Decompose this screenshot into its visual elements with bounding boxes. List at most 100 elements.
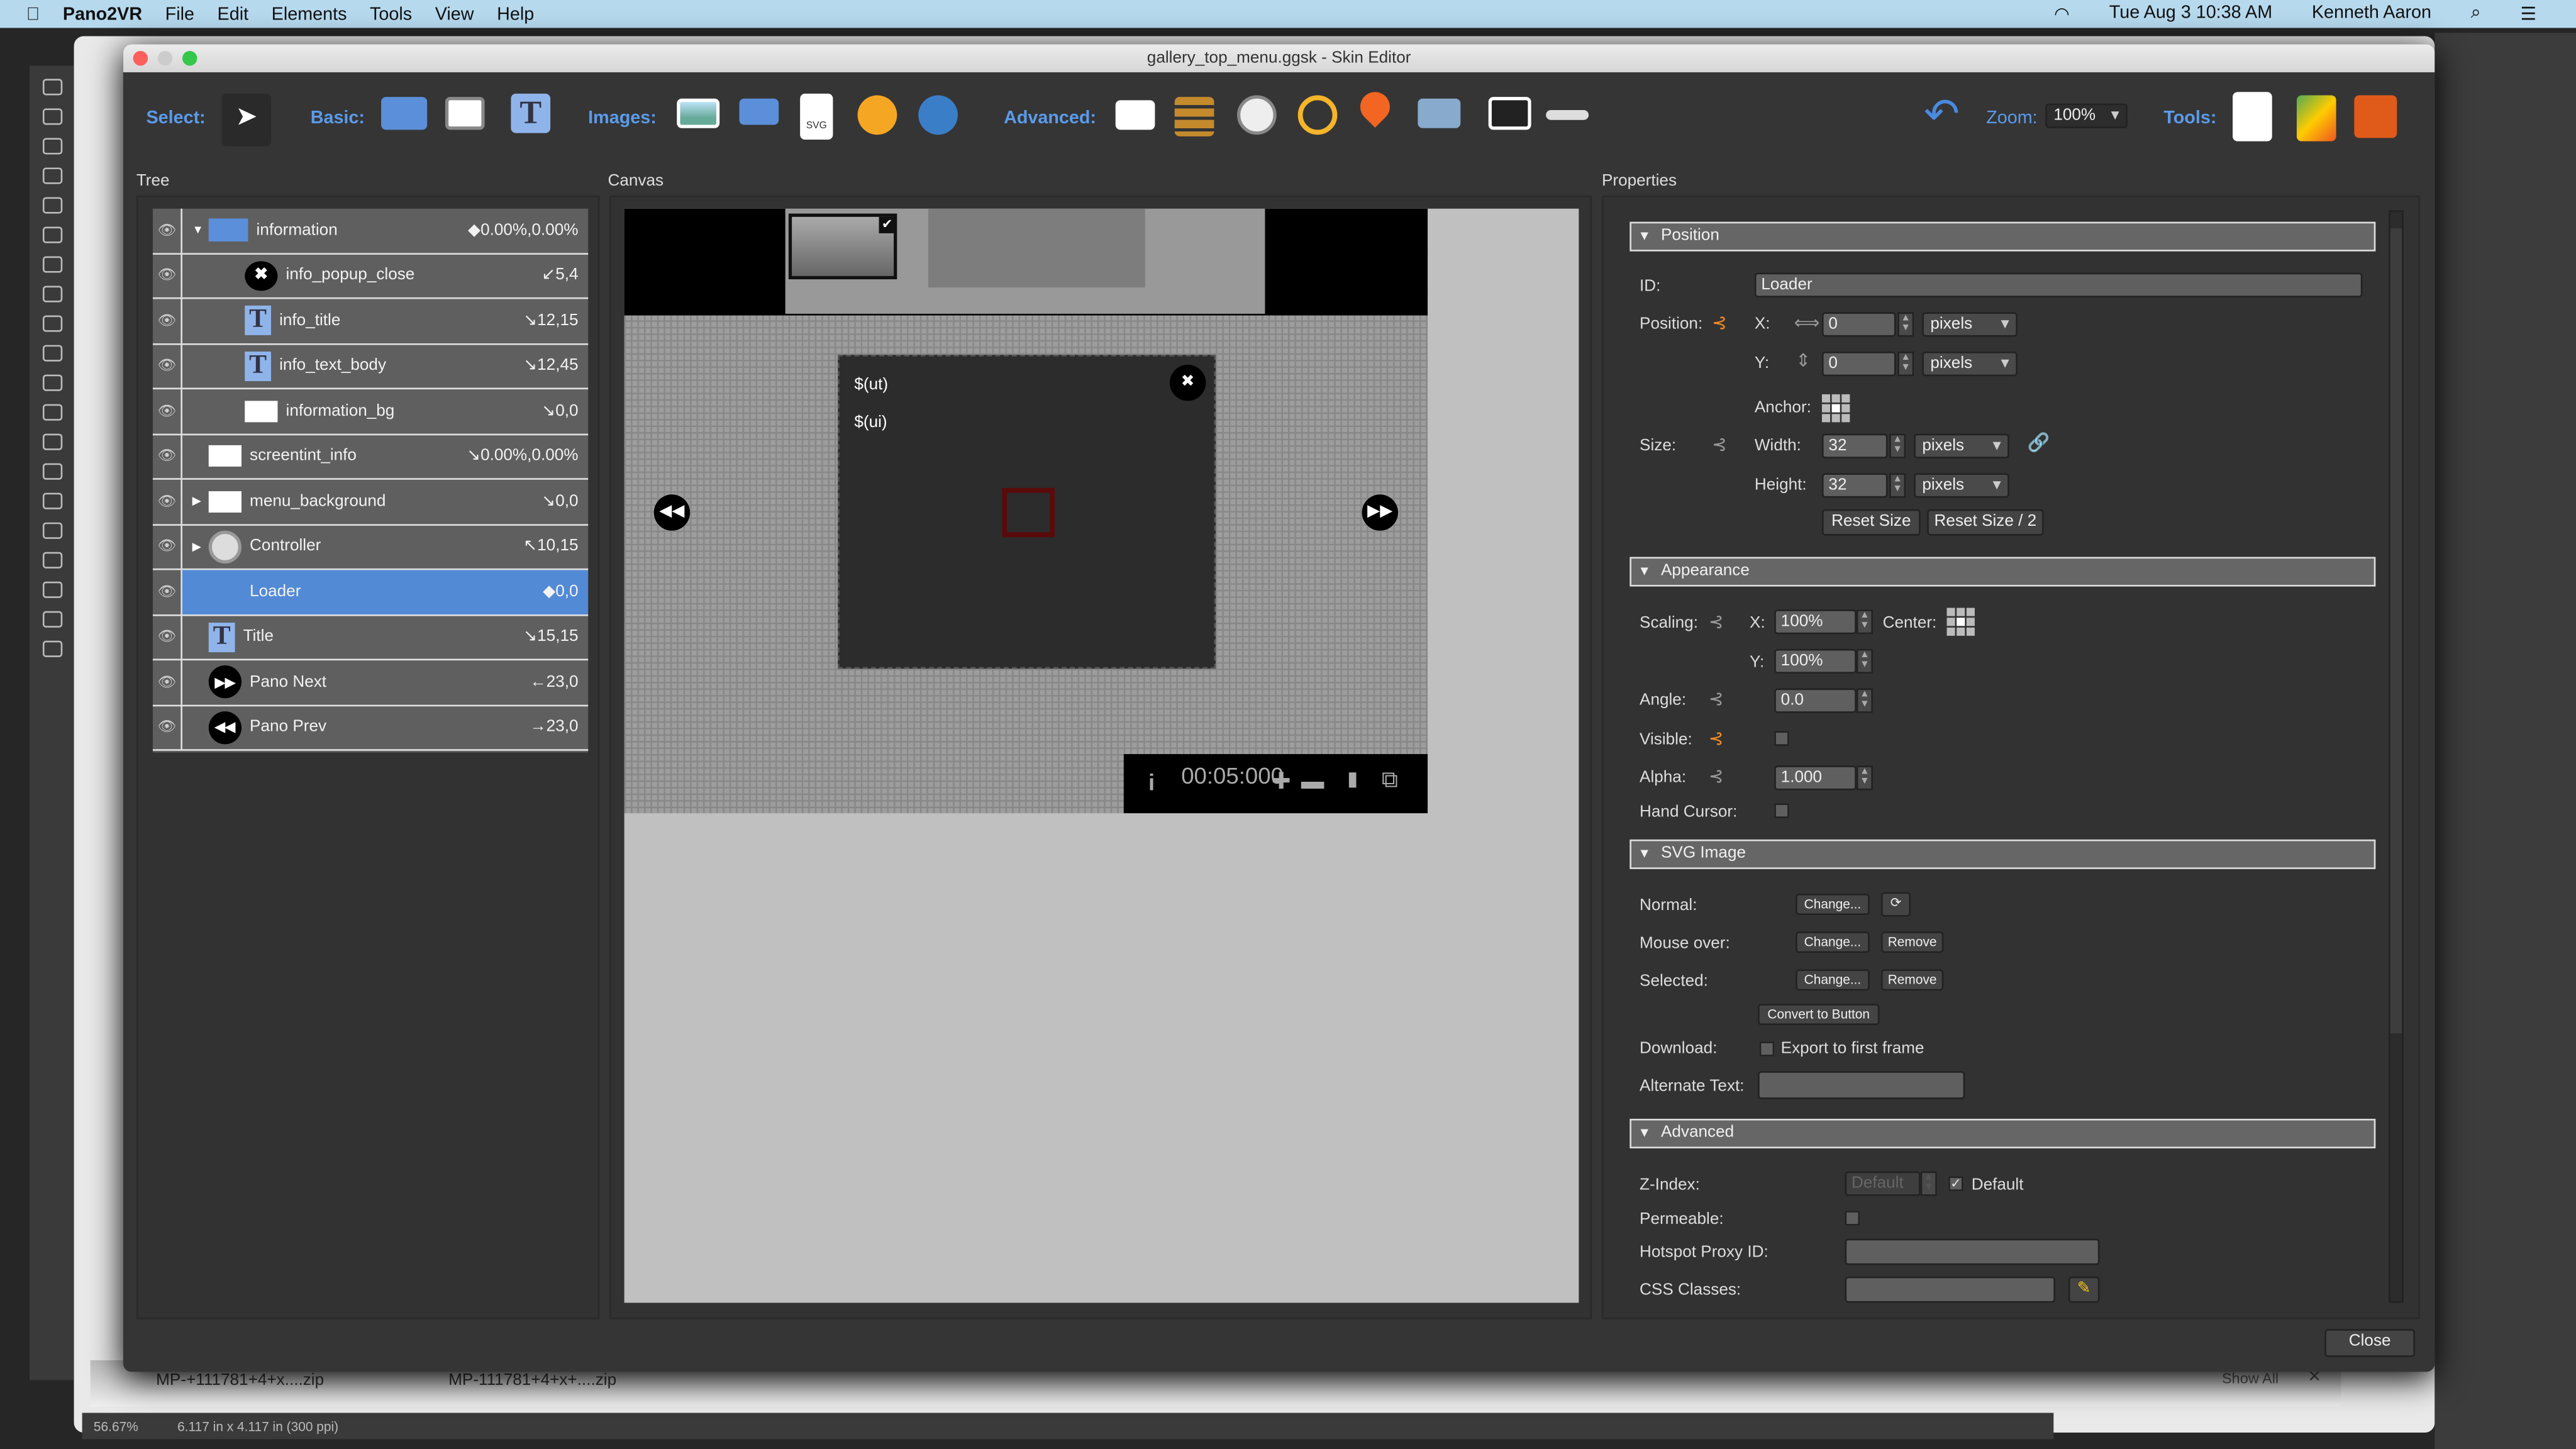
menu-elements[interactable]: Elements	[272, 4, 347, 24]
clock[interactable]: Tue Aug 3 10:38 AM	[2109, 3, 2272, 25]
y-stepper[interactable]: ▲ ▼	[1897, 352, 1914, 377]
background-panel	[2434, 33, 2576, 1449]
visible-link-icon[interactable]: ⊰	[1709, 728, 1724, 749]
selected-change-button[interactable]: Change...	[1796, 969, 1870, 991]
show-all-link[interactable]: Show All	[2222, 1370, 2279, 1387]
hotspot-proxy-label: Hotspot Proxy ID:	[1640, 1243, 1768, 1262]
menu-file[interactable]: File	[165, 4, 194, 24]
hand-cursor-checkbox[interactable]	[1774, 803, 1789, 818]
y-unit-select[interactable]: pixels	[1922, 352, 2018, 377]
anchor-grid[interactable]	[1821, 394, 1850, 423]
angle-link-icon[interactable]: ⊰	[1709, 689, 1724, 709]
refresh-icon[interactable]: ⟳	[1881, 892, 1911, 917]
z-index-field[interactable]: Default	[1845, 1171, 1921, 1196]
chain-link-icon[interactable]: 🔗	[2028, 432, 2050, 453]
angle-field[interactable]: 0.0	[1774, 688, 1857, 713]
alternate-text-field[interactable]	[1758, 1071, 1965, 1099]
y-field[interactable]: 0	[1821, 352, 1896, 377]
position-label: Position:	[1640, 315, 1703, 334]
scale-y-stepper[interactable]: ▲ ▼	[1856, 648, 1873, 674]
x-field[interactable]: 0	[1821, 312, 1896, 337]
vertical-align-icon[interactable]: ⇕	[1796, 350, 1811, 371]
screen:  Pano2VR File Edit Elements Tools View …	[0, 0, 2576, 1449]
menu-tools[interactable]: Tools	[370, 4, 412, 24]
x-label: X:	[1754, 315, 1770, 334]
section-svg-image[interactable]: SVG Image	[1629, 839, 2376, 869]
download-item[interactable]: MP-111781+4+x+....zip	[448, 1372, 616, 1390]
section-advanced[interactable]: Advanced	[1629, 1118, 2376, 1148]
scale-y-field[interactable]: 100%	[1774, 648, 1857, 674]
menu-app[interactable]: Pano2VR	[63, 4, 142, 24]
mouse-over-change-button[interactable]: Change...	[1796, 931, 1870, 953]
height-unit-select[interactable]: pixels	[1914, 473, 2009, 498]
alpha-stepper[interactable]: ▲ ▼	[1856, 765, 1873, 791]
normal-label: Normal:	[1640, 897, 1697, 916]
width-stepper[interactable]: ▲ ▼	[1889, 433, 1906, 458]
menu-view[interactable]: View	[435, 4, 474, 24]
macos-menubar:  Pano2VR File Edit Elements Tools View …	[0, 0, 2576, 28]
anchor-label: Anchor:	[1754, 399, 1811, 418]
apple-icon[interactable]: 	[26, 4, 40, 24]
export-first-frame-checkbox[interactable]	[1759, 1041, 1775, 1057]
z-index-default-checkbox[interactable]: ✓	[1948, 1176, 1963, 1191]
menu-list-icon[interactable]: ☰	[2521, 3, 2537, 25]
height-label: Height:	[1754, 476, 1807, 495]
permeable-checkbox[interactable]	[1845, 1211, 1860, 1226]
center-grid[interactable]	[1946, 608, 1975, 636]
scale-x-field[interactable]: 100%	[1774, 609, 1857, 635]
x-stepper[interactable]: ▲ ▼	[1897, 312, 1914, 337]
id-label: ID:	[1640, 277, 1661, 296]
background-tool-strip	[30, 65, 74, 1380]
section-position[interactable]: Position	[1629, 221, 2376, 252]
horizontal-align-icon[interactable]: ⟺	[1794, 312, 1820, 333]
wifi-icon[interactable]: ◠	[2054, 3, 2070, 25]
reset-size-button[interactable]: Reset Size	[1821, 509, 1921, 536]
angle-label: Angle:	[1640, 691, 1687, 710]
css-classes-label: CSS Classes:	[1640, 1281, 1741, 1300]
close-button[interactable]: Close	[2324, 1329, 2416, 1357]
selected-remove-button[interactable]: Remove	[1881, 969, 1944, 991]
hand-cursor-label: Hand Cursor:	[1640, 803, 1738, 822]
section-appearance[interactable]: Appearance	[1629, 557, 2376, 587]
alternate-text-label: Alternate Text:	[1640, 1077, 1745, 1096]
search-icon[interactable]: ⌕	[2471, 3, 2481, 25]
hotspot-proxy-field[interactable]	[1845, 1238, 2100, 1265]
user-name[interactable]: Kenneth Aaron	[2312, 3, 2431, 25]
menu-help[interactable]: Help	[497, 4, 534, 24]
export-first-frame-label: Export to first frame	[1780, 1040, 1924, 1058]
size-link-icon[interactable]: ⊰	[1712, 434, 1727, 455]
center-label: Center:	[1882, 614, 1937, 633]
css-classes-field[interactable]	[1845, 1276, 2055, 1303]
x-unit-select[interactable]: pixels	[1922, 312, 2018, 337]
position-link-icon[interactable]: ⊰	[1712, 312, 1727, 333]
properties-scrollbar[interactable]	[2389, 210, 2404, 1303]
status-bar: 56.67% 6.117 in x 4.117 in (300 ppi)	[82, 1413, 2054, 1440]
scaling-link-icon[interactable]: ⊰	[1709, 611, 1724, 632]
convert-to-button-button[interactable]: Convert to Button	[1758, 1004, 1880, 1026]
zoom-level[interactable]: 56.67%	[94, 1419, 138, 1435]
scaling-label: Scaling:	[1640, 614, 1698, 633]
reset-size-half-button[interactable]: Reset Size / 2	[1927, 509, 2044, 536]
menu-edit[interactable]: Edit	[218, 4, 249, 24]
visible-label: Visible:	[1640, 731, 1692, 750]
width-field[interactable]: 32	[1821, 433, 1888, 458]
pencil-icon[interactable]: ✎	[2068, 1276, 2100, 1303]
mouse-over-remove-button[interactable]: Remove	[1881, 931, 1944, 953]
scale-x-label: X:	[1750, 614, 1765, 633]
z-index-stepper[interactable]: ▲ ▼	[1920, 1171, 1937, 1196]
id-field[interactable]: Loader	[1754, 272, 2363, 297]
skin-editor-window: gallery_top_menu.ggsk - Skin Editor Sele…	[123, 44, 2435, 1372]
normal-change-button[interactable]: Change...	[1796, 894, 1870, 916]
height-field[interactable]: 32	[1821, 473, 1888, 498]
scale-x-stepper[interactable]: ▲ ▼	[1856, 609, 1873, 635]
alpha-link-icon[interactable]: ⊰	[1709, 765, 1724, 787]
properties-form: Position ID: Loader Position: ⊰ X: ⟺ 0 ▲…	[123, 45, 2434, 1372]
alpha-field[interactable]: 1.000	[1774, 765, 1857, 791]
height-stepper[interactable]: ▲ ▼	[1889, 473, 1906, 498]
width-label: Width:	[1754, 436, 1801, 455]
visible-checkbox[interactable]	[1774, 731, 1789, 746]
download-item[interactable]: MP-+111781+4+x....zip	[156, 1372, 324, 1390]
z-index-default-label: Default	[1971, 1176, 2024, 1195]
angle-stepper[interactable]: ▲ ▼	[1856, 688, 1873, 713]
width-unit-select[interactable]: pixels	[1914, 433, 2009, 458]
